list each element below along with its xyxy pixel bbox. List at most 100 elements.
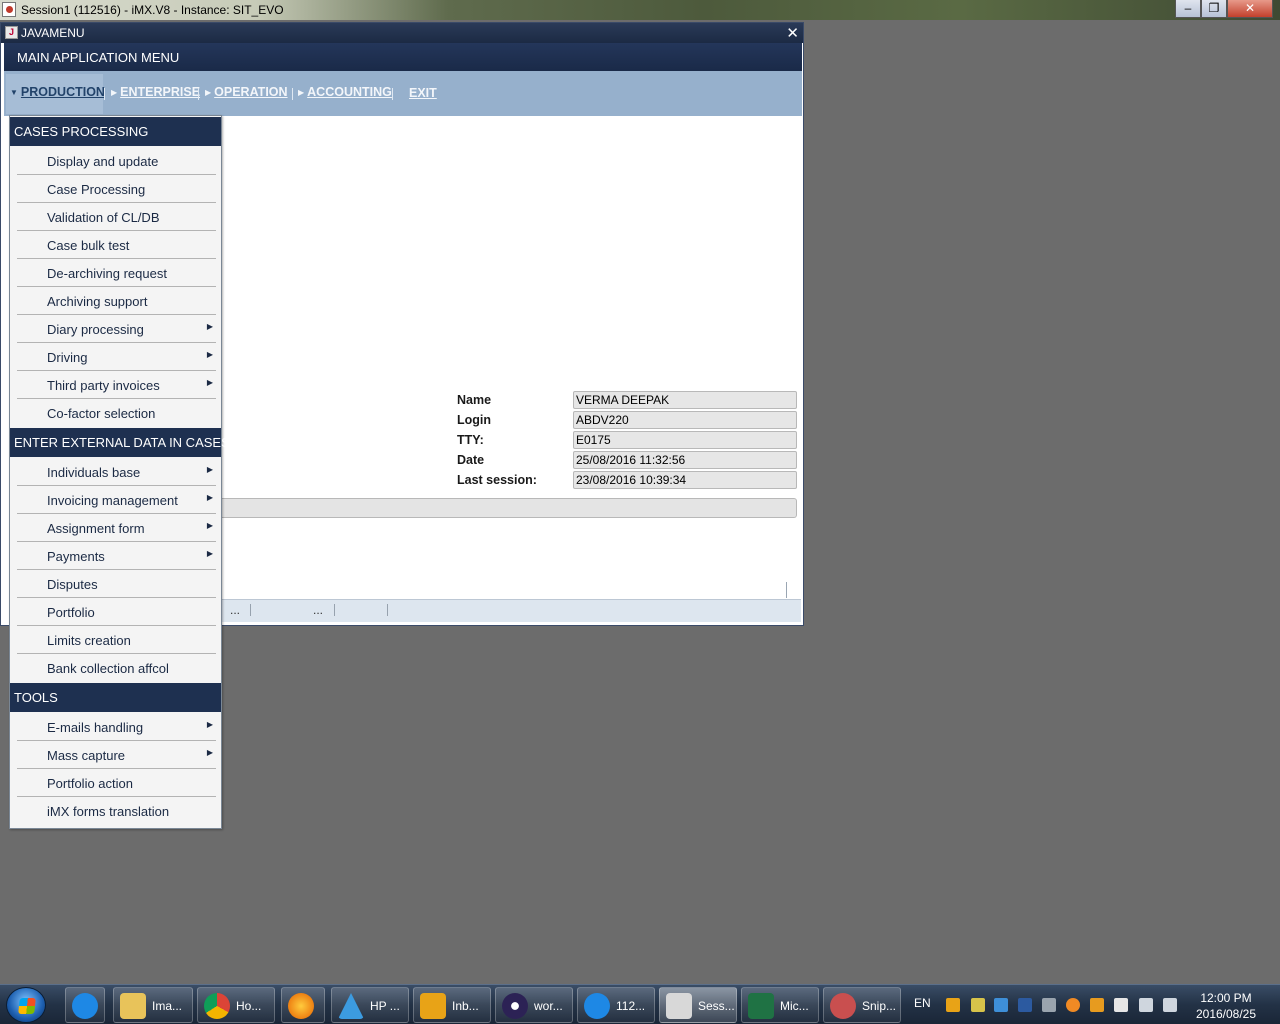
main-menubar: ▼ PRODUCTION ▶ ENTERPRISE ▶ OPERATION ▶ ACCO…	[4, 71, 802, 116]
snipping-tool-icon	[830, 993, 856, 1019]
security-tray-icon[interactable]	[971, 998, 985, 1012]
menu-item-disputes[interactable]: Disputes	[10, 570, 221, 598]
menu-separator	[104, 88, 105, 100]
submenu-arrow-icon: ▶	[206, 720, 213, 729]
menu-item-e-mails-handling[interactable]: E-mails handling ▶	[10, 713, 221, 741]
minimize-icon[interactable]: –	[1175, 0, 1201, 18]
session-title-bar: Session1 (112516) - iMX.V8 - Instance: S…	[0, 0, 1280, 20]
production-dropdown-menu: CASES PROCESSING Display and update Case…	[9, 115, 230, 829]
section-tools: TOOLS	[10, 683, 221, 712]
menu-item-validation-cl-db[interactable]: Validation of CL/DB	[10, 203, 221, 231]
excel-icon	[748, 993, 774, 1019]
status-bar-top	[221, 581, 801, 600]
taskbar: Ima... Ho... HP ... Inb... wor... 112...…	[0, 984, 1280, 1024]
s-app-tray-icon[interactable]	[1090, 998, 1104, 1012]
date-field: 25/08/2016 11:32:56	[573, 451, 797, 469]
menu-production[interactable]: ▼ PRODUCTION	[6, 74, 105, 114]
chevron-right-icon: ▶	[298, 88, 305, 97]
message-bar	[221, 498, 797, 518]
name-field: VERMA DEEPAK	[573, 391, 797, 409]
clock-date: 2016/08/25	[1195, 1007, 1257, 1021]
taskbar-excel[interactable]: Mic...	[741, 987, 819, 1023]
taskbar-folder[interactable]: Ima...	[113, 987, 193, 1023]
taskbar-chrome[interactable]: Ho...	[197, 987, 275, 1023]
java-app-icon	[2, 2, 16, 17]
taskbar-internet-explorer[interactable]	[65, 987, 105, 1023]
outlook-icon	[420, 993, 446, 1019]
submenu-arrow-icon: ▶	[206, 748, 213, 757]
name-label: Name	[457, 393, 492, 407]
close-icon[interactable]: ✕	[1227, 0, 1273, 18]
status-bar: ... ...	[221, 600, 801, 622]
volume-muted-icon[interactable]	[1163, 998, 1177, 1012]
close-icon[interactable]: ✕	[786, 24, 799, 42]
status-cell: ...	[230, 603, 241, 617]
submenu-arrow-icon: ▶	[206, 521, 213, 530]
menu-item-case-processing[interactable]: Case Processing	[10, 175, 221, 203]
submenu-arrow-icon: ▶	[206, 493, 213, 502]
chevron-down-icon: ▼	[10, 88, 18, 97]
last-session-field: 23/08/2016 10:39:34	[573, 471, 797, 489]
folder-icon	[120, 993, 146, 1019]
monitor-tray-icon[interactable]	[1018, 998, 1032, 1012]
taskbar-clock[interactable]: 12:00 PM 2016/08/25	[1188, 990, 1264, 1022]
menu-item-portfolio[interactable]: Portfolio	[10, 598, 221, 626]
menu-item-case-bulk-test[interactable]: Case bulk test	[10, 231, 221, 259]
menu-item-de-archiving-request[interactable]: De-archiving request	[10, 259, 221, 287]
menu-item-limits-creation[interactable]: Limits creation	[10, 626, 221, 654]
menu-item-driving[interactable]: Driving ▶	[10, 343, 221, 371]
menu-separator	[292, 88, 293, 100]
submenu-arrow-icon: ▶	[206, 322, 213, 331]
language-indicator[interactable]: EN	[914, 996, 931, 1024]
section-enter-external-data: ENTER EXTERNAL DATA IN CASES	[10, 428, 230, 457]
status-divider	[786, 582, 787, 598]
menu-item-individuals-base[interactable]: Individuals base ▶	[10, 458, 221, 486]
taskbar-outlook[interactable]: Inb...	[413, 987, 491, 1023]
taskbar-firefox[interactable]	[281, 987, 325, 1023]
menu-item-bank-collection-affcol[interactable]: Bank collection affcol	[10, 654, 221, 682]
main-menu-header: MAIN APPLICATION MENU	[4, 43, 802, 71]
menu-operation[interactable]: ▶ OPERATION	[205, 85, 288, 103]
javamenu-title: JAVAMENU	[21, 26, 85, 40]
eclipse-icon	[502, 993, 528, 1019]
status-divider	[250, 604, 251, 616]
maximize-icon[interactable]: ❐	[1201, 0, 1227, 18]
menu-item-portfolio-action[interactable]: Portfolio action	[10, 769, 221, 797]
hp-alm-icon	[338, 993, 364, 1019]
menu-accounting[interactable]: ▶ ACCOUNTING	[298, 85, 392, 103]
menu-item-diary-processing[interactable]: Diary processing ▶	[10, 315, 221, 343]
last-session-label: Last session:	[457, 473, 537, 487]
submenu-arrow-icon: ▶	[206, 465, 213, 474]
menu-item-invoicing-management[interactable]: Invoicing management ▶	[10, 486, 221, 514]
session-window-title: Session1 (112516) - iMX.V8 - Instance: S…	[21, 3, 284, 17]
chrome-icon	[204, 993, 230, 1019]
menu-item-third-party-invoices[interactable]: Third party invoices ▶	[10, 371, 221, 399]
chevron-right-icon: ▶	[205, 88, 212, 97]
taskbar-hp[interactable]: HP ...	[331, 987, 409, 1023]
menu-item-display-and-update[interactable]: Display and update	[10, 147, 221, 175]
menu-exit[interactable]: EXIT	[409, 86, 437, 104]
flag-icon[interactable]	[1114, 998, 1128, 1012]
menu-item-archiving-support[interactable]: Archiving support	[10, 287, 221, 315]
menu-item-imx-forms-translation[interactable]: iMX forms translation	[10, 797, 221, 825]
menu-item-payments[interactable]: Payments ▶	[10, 542, 221, 570]
status-divider	[334, 604, 335, 616]
taskbar-snipping-tool[interactable]: Snip...	[823, 987, 901, 1023]
outlook-tray-icon[interactable]	[946, 998, 960, 1012]
network-icon[interactable]	[1139, 998, 1153, 1012]
menu-item-co-factor-selection[interactable]: Co-factor selection	[10, 399, 221, 427]
plane-tray-icon[interactable]	[1042, 998, 1056, 1012]
taskbar-internet-explorer-2[interactable]: 112...	[577, 987, 655, 1023]
chevron-right-icon: ▶	[111, 88, 118, 97]
start-button[interactable]	[6, 987, 46, 1023]
update-tray-icon[interactable]	[1066, 998, 1080, 1012]
menu-item-assignment-form[interactable]: Assignment form ▶	[10, 514, 221, 542]
taskbar-session-java[interactable]: Sess...	[659, 987, 737, 1023]
javamenu-title-bar: J JAVAMENU ✕	[1, 23, 803, 43]
menu-enterprise[interactable]: ▶ ENTERPRISE	[111, 85, 200, 103]
menu-item-mass-capture[interactable]: Mass capture ▶	[10, 741, 221, 769]
network-share-tray-icon[interactable]	[994, 998, 1008, 1012]
main-menu-title: MAIN APPLICATION MENU	[17, 50, 180, 65]
taskbar-eclipse[interactable]: wor...	[495, 987, 573, 1023]
section-cases-processing: CASES PROCESSING	[10, 117, 221, 146]
